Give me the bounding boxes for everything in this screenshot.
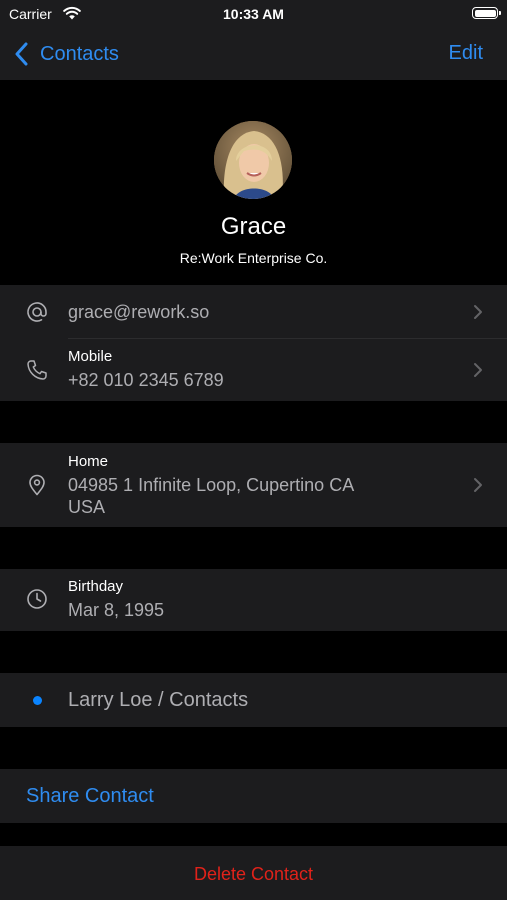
battery-icon (472, 7, 501, 19)
clock-icon (27, 589, 47, 609)
birthday-row: Birthday Mar 8, 1995 (0, 569, 507, 631)
location-pin-icon (29, 474, 45, 496)
avatar-photo (214, 121, 292, 199)
address-line-2: USA (68, 497, 106, 517)
delete-contact-row[interactable]: Delete Contact (0, 846, 507, 900)
edit-button[interactable]: Edit (449, 42, 483, 65)
birthday-label: Birthday (68, 578, 124, 595)
list-color-dot (33, 696, 42, 705)
avatar (214, 121, 292, 199)
chevron-right-icon (474, 363, 482, 377)
phone-value: +82 010 2345 6789 (68, 370, 224, 390)
address-line-1: 04985 1 Infinite Loop, Cupertino CA (68, 475, 355, 495)
delete-contact-button[interactable]: Delete Contact (0, 864, 507, 885)
contact-name: Grace (220, 213, 287, 240)
contact-list-row[interactable]: Larry Loe / Contacts (0, 673, 507, 727)
navigation-bar: Contacts Edit (0, 28, 507, 80)
chevron-left-icon (15, 42, 28, 66)
clock: 10:33 AM (223, 6, 284, 22)
chevron-right-icon (474, 305, 482, 319)
back-button-label: Contacts (40, 42, 119, 65)
contact-info-group: grace@rework.so Mobile +82 010 2345 6789 (0, 285, 507, 401)
at-sign-icon (27, 302, 47, 322)
share-contact-row[interactable]: Share Contact (0, 769, 507, 823)
phone-row[interactable]: Mobile +82 010 2345 6789 (0, 339, 507, 401)
chevron-right-icon (474, 478, 482, 492)
birthday-value: Mar 8, 1995 (68, 600, 165, 620)
email-value: grace@rework.so (68, 302, 210, 322)
back-button[interactable]: Contacts (14, 40, 119, 68)
contact-company: Re:Work Enterprise Co. (179, 250, 328, 266)
list-value: Larry Loe / Contacts (68, 689, 249, 711)
email-row[interactable]: grace@rework.so (0, 285, 507, 338)
address-label: Home (68, 453, 109, 470)
status-bar: Carrier 10:33 AM (0, 0, 507, 28)
address-row[interactable]: Home 04985 1 Infinite Loop, Cupertino CA… (0, 443, 507, 527)
phone-label: Mobile (68, 348, 113, 365)
share-contact-button[interactable]: Share Contact (26, 785, 154, 808)
phone-icon (27, 360, 47, 380)
